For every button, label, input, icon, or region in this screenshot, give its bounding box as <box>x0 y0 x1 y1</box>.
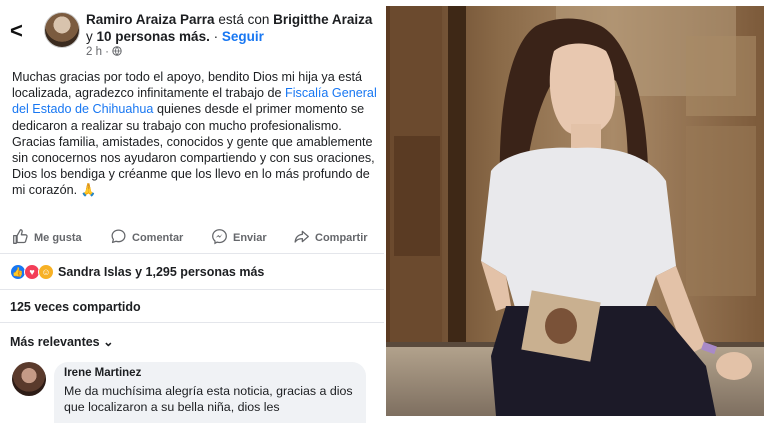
comment-icon <box>110 228 127 248</box>
commenter-avatar[interactable] <box>12 362 46 396</box>
author-avatar[interactable] <box>44 12 80 48</box>
facebook-post-panel: < Ramiro Araiza Parra está con Brigitthe… <box>0 0 384 423</box>
commenter-name[interactable]: Irene Martinez <box>64 367 141 379</box>
back-arrow-icon[interactable]: < <box>10 20 23 42</box>
share-button[interactable]: Compartir <box>293 228 368 248</box>
separator-dot: · <box>213 29 219 44</box>
comment-button[interactable]: Comentar <box>110 228 183 248</box>
comment-label: Comentar <box>132 232 184 244</box>
post-author-line: Ramiro Araiza Parra está con Brigitthe A… <box>86 11 378 45</box>
post-actions-bar: Me gusta Comentar Enviar Compartir <box>0 228 384 248</box>
post-header: < Ramiro Araiza Parra está con Brigitthe… <box>0 6 384 64</box>
like-button[interactable]: Me gusta <box>12 228 82 248</box>
shares-count[interactable]: 125 veces compartido <box>10 300 141 314</box>
comment-text: Me da muchísima alegría esta noticia, gr… <box>64 384 353 414</box>
reactions-text: Sandra Islas y 1,295 personas más <box>58 265 265 279</box>
divider <box>0 322 384 323</box>
care-reaction-icon: ☺ <box>38 264 54 280</box>
post-time[interactable]: 2 h · <box>86 46 109 58</box>
post-body: Muchas gracias por todo el apoyo, bendit… <box>12 69 378 199</box>
and-text: y <box>86 29 93 44</box>
author-name[interactable]: Ramiro Araiza Parra <box>86 12 215 27</box>
sort-comments-dropdown[interactable]: Más relevantes ⌄ <box>10 334 114 349</box>
globe-icon <box>112 46 122 58</box>
reactions-summary[interactable]: 👍 ♥ ☺ Sandra Islas y 1,295 personas más <box>10 264 264 280</box>
send-label: Enviar <box>233 232 267 244</box>
post-text-part3: Gracias familia, amistades, conocidos y … <box>12 134 375 198</box>
share-label: Compartir <box>315 232 368 244</box>
others-link[interactable]: 10 personas más. <box>97 29 210 44</box>
with-text: está con <box>218 12 270 27</box>
divider <box>0 289 384 290</box>
send-button[interactable]: Enviar <box>211 228 267 248</box>
follow-button[interactable]: Seguir <box>222 29 264 44</box>
tagged-name[interactable]: Brigitthe Araiza <box>273 12 372 27</box>
share-icon <box>293 228 310 248</box>
messenger-icon <box>211 228 228 248</box>
like-icon <box>12 228 29 248</box>
girl-photo-image <box>386 6 764 416</box>
post-meta: 2 h · <box>86 46 122 58</box>
post-photo[interactable] <box>386 6 764 416</box>
comment-bubble: Irene Martinez Me da muchísima alegría e… <box>54 362 366 423</box>
divider <box>0 253 384 254</box>
like-label: Me gusta <box>34 232 82 244</box>
